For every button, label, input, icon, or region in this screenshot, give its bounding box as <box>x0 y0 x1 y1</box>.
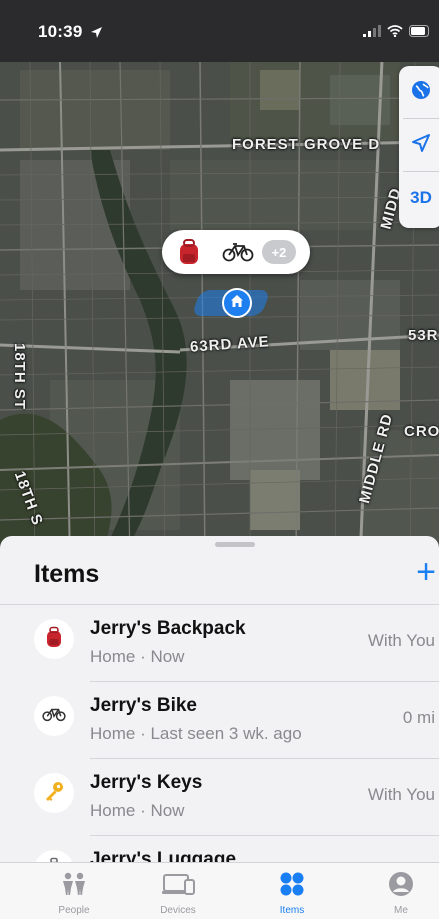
tab-items[interactable]: Items <box>252 863 332 919</box>
sheet-title: Items <box>34 560 100 588</box>
backpack-icon <box>176 238 202 271</box>
signal-icon <box>363 24 381 42</box>
battery-icon <box>409 24 431 42</box>
key-icon <box>43 780 65 807</box>
3d-toggle-button[interactable]: 3D <box>399 172 439 224</box>
map-label-forest-grove: FOREST GROVE D <box>232 136 381 153</box>
items-cluster-pin[interactable]: +2 <box>162 230 310 274</box>
wifi-icon <box>387 24 403 42</box>
map-label-18th-st: 18TH ST <box>11 342 29 411</box>
map-label-cro: CRO <box>404 423 439 440</box>
people-icon <box>56 871 92 897</box>
bike-icon <box>42 706 66 727</box>
tab-label: Items <box>279 905 305 916</box>
tab-label: Devices <box>160 905 196 916</box>
item-avatar <box>34 696 74 736</box>
bike-icon <box>222 242 254 267</box>
map-mode-button[interactable] <box>399 66 439 118</box>
map-controls: 3D <box>399 66 439 228</box>
add-item-button[interactable]: + <box>408 552 439 592</box>
backpack-icon <box>44 626 64 653</box>
items-icon <box>274 871 310 897</box>
list-item[interactable]: Jerry's Backpack Home · Now With You <box>0 605 439 682</box>
item-avatar <box>34 773 74 813</box>
tab-people[interactable]: People <box>34 863 114 919</box>
item-detail: Home · Now <box>90 801 185 820</box>
item-name: Jerry's Keys <box>90 772 203 793</box>
map-view[interactable]: FOREST GROVE D 63RD AVE 18TH ST 18TH S M… <box>0 0 439 560</box>
item-distance: With You <box>367 631 435 650</box>
home-icon <box>230 294 244 313</box>
item-avatar <box>34 619 74 659</box>
devices-icon <box>160 871 196 897</box>
status-time: 10:39 <box>38 22 83 41</box>
location-arrow-icon <box>410 132 432 159</box>
item-name: Jerry's Bike <box>90 695 197 716</box>
locate-button[interactable] <box>399 119 439 171</box>
home-pin[interactable] <box>222 288 252 318</box>
cluster-count-badge: +2 <box>262 240 296 264</box>
map-label-53r: 53R <box>408 327 439 344</box>
me-icon <box>383 871 419 897</box>
item-detail: Home · Now <box>90 647 185 666</box>
tab-devices[interactable]: Devices <box>138 863 218 919</box>
globe-icon <box>410 79 432 106</box>
list-item[interactable]: Jerry's Keys Home · Now With You <box>0 759 439 836</box>
tab-me[interactable]: Me <box>361 863 439 919</box>
items-list: Jerry's Backpack Home · Now With You Jer… <box>0 605 439 876</box>
list-item[interactable]: Jerry's Bike Home · Last seen 3 wk. ago … <box>0 682 439 759</box>
status-bar: 10:39 <box>0 0 439 62</box>
items-sheet[interactable]: Items + Jerry's Backpack Home · Now With… <box>0 536 439 918</box>
tab-label: Me <box>394 905 408 916</box>
location-arrow-icon <box>90 26 103 44</box>
item-distance: With You <box>367 785 435 804</box>
item-name: Jerry's Backpack <box>90 618 246 639</box>
tab-bar: People Devices Items Me <box>0 862 439 919</box>
item-detail: Home · Last seen 3 wk. ago <box>90 724 302 743</box>
sheet-grabber[interactable] <box>215 542 255 547</box>
item-distance: 0 mi <box>402 708 435 727</box>
tab-label: People <box>58 905 90 916</box>
